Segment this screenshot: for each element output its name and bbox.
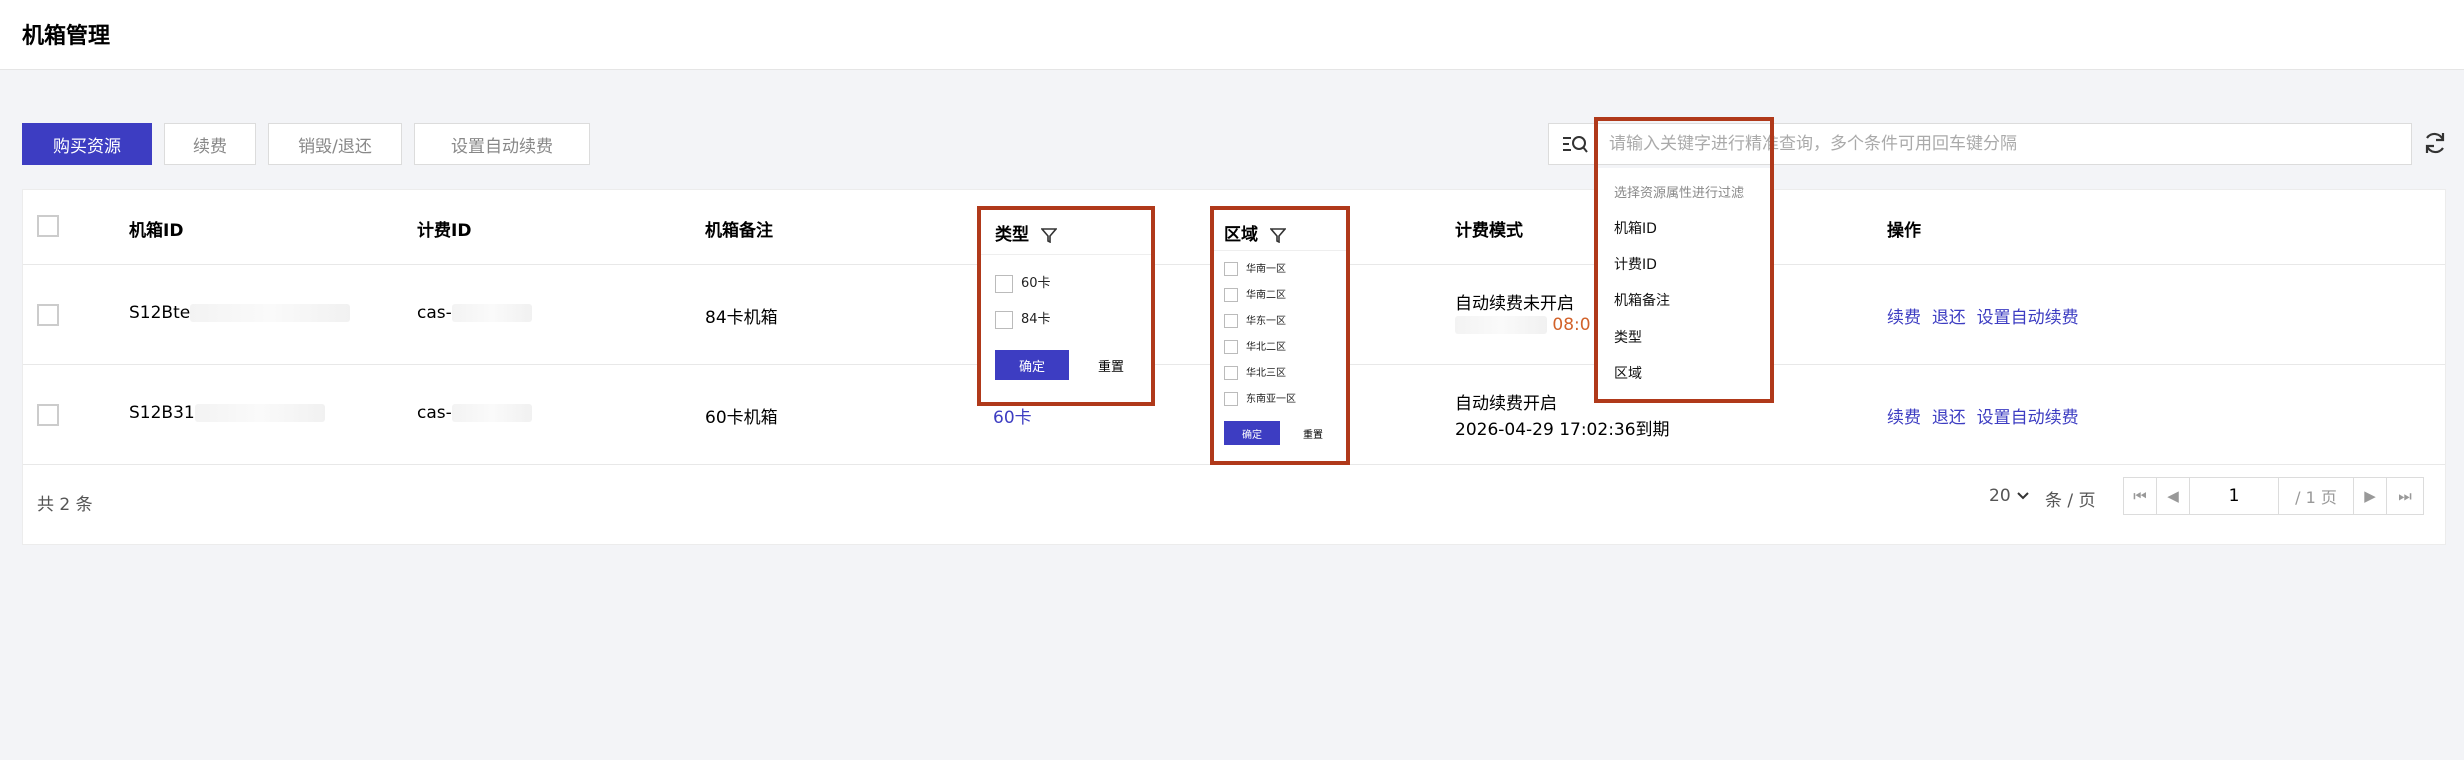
page-header: 机箱管理: [0, 0, 2464, 70]
auto-renew-link[interactable]: 设置自动续费: [1977, 308, 2079, 328]
type-filter-reset-button[interactable]: 重置: [1081, 350, 1141, 380]
type-option[interactable]: 60卡: [995, 272, 1051, 293]
row-remark: 84卡机箱: [705, 308, 778, 328]
column-header-id: 机箱ID: [129, 221, 184, 241]
column-header-billing: 计费ID: [417, 221, 472, 241]
toolbar: 购买资源 续费 销毁/退还 设置自动续费: [22, 123, 590, 165]
suggestion-item[interactable]: 机箱ID: [1614, 218, 1657, 238]
masked-value: [1455, 316, 1547, 334]
renew-button[interactable]: 续费: [164, 123, 256, 165]
total-pages: / 1 页: [2278, 477, 2354, 515]
renew-link[interactable]: 续费: [1887, 308, 1921, 328]
destroy-return-button[interactable]: 销毁/退还: [268, 123, 402, 165]
row-remark: 60卡机箱: [705, 408, 778, 428]
row-machine-id: S12Bte: [129, 303, 191, 323]
type-filter-title: 类型: [995, 225, 1029, 245]
type-filter-dropdown: 类型 60卡 84卡 确定 重置: [977, 206, 1155, 406]
option-checkbox[interactable]: [1224, 340, 1238, 354]
select-all-checkbox[interactable]: [37, 215, 59, 237]
region-filter-confirm-button[interactable]: 确定: [1224, 421, 1280, 445]
suggestion-item[interactable]: 区域: [1614, 363, 1642, 383]
per-page-label: 条 / 页: [2045, 491, 2096, 511]
option-checkbox[interactable]: [1224, 288, 1238, 302]
page-number-input[interactable]: 1: [2189, 477, 2279, 515]
row-checkbox[interactable]: [37, 404, 59, 426]
option-checkbox[interactable]: [1224, 366, 1238, 380]
option-checkbox[interactable]: [995, 274, 1013, 293]
region-option[interactable]: 华南一区: [1224, 260, 1286, 276]
filter-icon[interactable]: [1269, 227, 1287, 244]
row-billing-mode: 自动续费未开启: [1455, 294, 1574, 314]
return-link[interactable]: 退还: [1932, 308, 1966, 328]
column-header-ops: 操作: [1887, 221, 1921, 241]
filter-search-icon: [1563, 136, 1588, 153]
region-filter-title: 区域: [1224, 225, 1258, 245]
column-header-mode: 计费模式: [1455, 221, 1523, 241]
last-page-icon[interactable]: ⏭: [2386, 477, 2424, 515]
region-filter-dropdown: 区域 华南一区 华南二区 华东一区 华北二区 华北三区 东南亚一区 确定 重置: [1210, 206, 1350, 465]
masked-value: [451, 304, 532, 322]
region-option[interactable]: 华东一区: [1224, 312, 1286, 328]
row-expire-time: 2026-04-29 17:02:36到期: [1455, 420, 1670, 440]
option-checkbox[interactable]: [1224, 392, 1238, 406]
region-option[interactable]: 华北二区: [1224, 338, 1286, 354]
option-checkbox[interactable]: [995, 310, 1013, 329]
row-billing-id: cas-: [417, 303, 452, 323]
type-option[interactable]: 84卡: [995, 308, 1051, 329]
region-option[interactable]: 东南亚一区: [1224, 390, 1296, 406]
search-suggestion-dropdown: 选择资源属性进行过滤 机箱ID 计费ID 机箱备注 类型 区域: [1598, 168, 1770, 399]
masked-value: [194, 404, 325, 422]
masked-value: [451, 404, 532, 422]
row-type: 60卡: [993, 408, 1032, 428]
page-size-value: 20: [1989, 486, 2011, 506]
prev-page-icon[interactable]: ◀: [2156, 477, 2190, 515]
page-title: 机箱管理: [22, 24, 111, 49]
option-checkbox[interactable]: [1224, 314, 1238, 328]
chevron-down-icon: [2017, 492, 2029, 500]
filter-icon[interactable]: [1040, 227, 1058, 244]
row-expire-time: 08:0: [1552, 315, 1591, 335]
page-size-select[interactable]: 20: [1989, 486, 2030, 524]
row-billing-id: cas-: [417, 403, 452, 423]
total-count: 共 2 条: [37, 495, 93, 515]
region-filter-reset-button[interactable]: 重置: [1288, 421, 1338, 445]
region-option[interactable]: 华南二区: [1224, 286, 1286, 302]
auto-renew-link[interactable]: 设置自动续费: [1977, 408, 2079, 428]
region-option[interactable]: 华北三区: [1224, 364, 1286, 380]
renew-link[interactable]: 续费: [1887, 408, 1921, 428]
masked-value: [190, 304, 351, 322]
buy-resource-button[interactable]: 购买资源: [22, 123, 152, 165]
row-billing-mode: 自动续费开启: [1455, 394, 1557, 414]
refresh-icon[interactable]: [2422, 130, 2448, 156]
row-machine-id: S12B31: [129, 403, 195, 423]
suggestion-hint: 选择资源属性进行过滤: [1614, 186, 1745, 201]
return-link[interactable]: 退还: [1932, 408, 1966, 428]
type-filter-confirm-button[interactable]: 确定: [995, 350, 1069, 380]
row-checkbox[interactable]: [37, 304, 59, 326]
first-page-icon[interactable]: ⏮: [2123, 477, 2157, 515]
column-header-remark: 机箱备注: [705, 221, 773, 241]
auto-renew-button[interactable]: 设置自动续费: [414, 123, 590, 165]
suggestion-item[interactable]: 机箱备注: [1614, 290, 1670, 310]
suggestion-item[interactable]: 类型: [1614, 327, 1642, 347]
next-page-icon[interactable]: ▶: [2353, 477, 2387, 515]
option-checkbox[interactable]: [1224, 262, 1238, 276]
suggestion-item[interactable]: 计费ID: [1614, 254, 1657, 274]
